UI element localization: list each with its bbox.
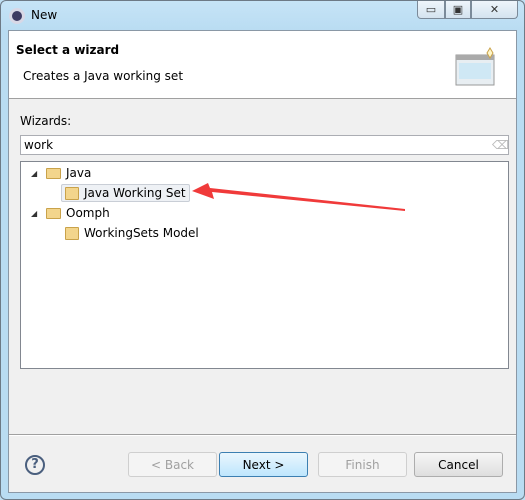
expand-triangle-icon[interactable]: ◢ bbox=[31, 209, 41, 218]
eclipse-icon bbox=[9, 8, 25, 24]
folder-open-icon bbox=[46, 207, 61, 219]
window-title: New bbox=[31, 8, 58, 22]
tree-item-java-working-set[interactable]: Java Working Set bbox=[61, 184, 190, 202]
clear-filter-icon[interactable]: ⌫ bbox=[492, 138, 509, 152]
next-button[interactable]: Next > bbox=[219, 452, 308, 477]
tree-item-label: WorkingSets Model bbox=[84, 226, 199, 240]
page-title: Select a wizard bbox=[16, 43, 120, 57]
wizard-header: Select a wizard Creates a Java working s… bbox=[9, 31, 516, 99]
java-working-set-icon bbox=[65, 186, 79, 200]
tree-item-oomph[interactable]: ◢ Oomph bbox=[31, 204, 110, 222]
workingsets-model-icon bbox=[65, 226, 79, 240]
tree-item-label: Java Working Set bbox=[84, 186, 186, 200]
close-button[interactable]: ✕ bbox=[471, 1, 518, 19]
wizard-tree[interactable]: ◢ Java Java Working Set ◢ Oomph WorkingS… bbox=[20, 161, 509, 369]
dialog-window: New ▭ ▣ ✕ Select a wizard Creates a Java… bbox=[0, 0, 525, 500]
finish-button[interactable]: Finish bbox=[318, 452, 407, 477]
folder-open-icon bbox=[46, 167, 61, 179]
wizard-filter-input[interactable] bbox=[20, 135, 509, 155]
minimize-button[interactable]: ▭ bbox=[417, 1, 445, 19]
button-bar-separator bbox=[9, 434, 516, 436]
help-icon[interactable]: ? bbox=[25, 455, 45, 475]
expand-triangle-icon[interactable]: ◢ bbox=[31, 169, 41, 178]
tree-item-java[interactable]: ◢ Java bbox=[31, 164, 91, 182]
maximize-button[interactable]: ▣ bbox=[445, 1, 471, 19]
title-bar[interactable]: New ▭ ▣ ✕ bbox=[1, 1, 524, 30]
cancel-button[interactable]: Cancel bbox=[414, 452, 503, 477]
tree-item-workingsets-model[interactable]: WorkingSets Model bbox=[65, 224, 199, 242]
dialog-client: Select a wizard Creates a Java working s… bbox=[8, 30, 517, 493]
wizards-label: Wizards: bbox=[20, 114, 72, 128]
tree-item-label: Oomph bbox=[66, 206, 110, 220]
back-button[interactable]: < Back bbox=[128, 452, 217, 477]
page-description: Creates a Java working set bbox=[23, 69, 184, 83]
wizard-banner-icon bbox=[455, 47, 495, 86]
tree-item-label: Java bbox=[66, 166, 92, 180]
